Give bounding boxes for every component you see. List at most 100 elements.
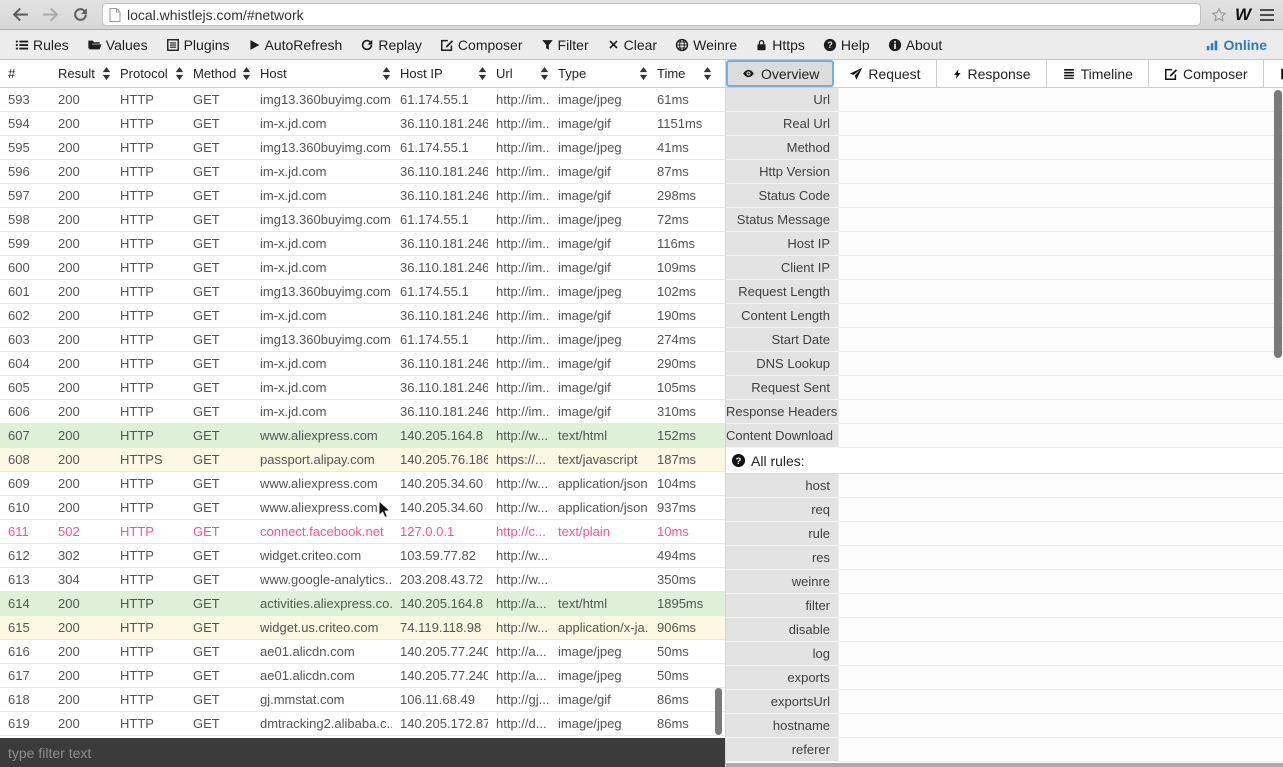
cell-url: http://a... — [496, 644, 547, 659]
info-circle-icon — [888, 38, 902, 52]
network-row-601[interactable]: 601 200 HTTP GET img13.360buyimg.com 61.174.5… — [0, 280, 725, 304]
cell-num: 610 — [8, 500, 30, 515]
toolbar-item-plugins[interactable]: Plugins — [157, 30, 239, 59]
cell-host_ip: 61.174.55.1 — [400, 332, 469, 347]
network-row-604[interactable]: 604 200 HTTP GET im-x.jd.com 36.110.181.246 ht… — [0, 352, 725, 376]
tab-request[interactable]: Request — [834, 60, 937, 87]
property-row-req: req — [726, 498, 1283, 522]
network-row-609[interactable]: 609 200 HTTP GET www.aliexpress.com 140.205.3… — [0, 472, 725, 496]
cell-type: image/jpeg — [558, 332, 622, 347]
network-row-608[interactable]: 608 200 HTTPS GET passport.alipay.com 140.205… — [0, 448, 725, 472]
cell-result: 200 — [58, 116, 80, 131]
network-row-602[interactable]: 602 200 HTTP GET im-x.jd.com 36.110.181.246 ht… — [0, 304, 725, 328]
cell-host: gj.mmstat.com — [260, 692, 345, 707]
toolbar-item-values[interactable]: Values — [78, 30, 157, 59]
tab-label: Overview — [761, 65, 820, 82]
back-icon[interactable] — [8, 3, 32, 27]
network-row-594[interactable]: 594 200 HTTP GET im-x.jd.com 36.110.181.246 ht… — [0, 112, 725, 136]
tab-response[interactable]: Response — [936, 60, 1047, 87]
cell-result: 302 — [58, 548, 80, 563]
network-row-610[interactable]: 610 200 HTTP GET www.aliexpress.com 140.205.3… — [0, 496, 725, 520]
network-row-611[interactable]: 611 502 HTTP GET connect.facebook.net 127.0.0… — [0, 520, 725, 544]
detail-scrollbar-thumb[interactable] — [1274, 90, 1282, 358]
cell-host: connect.facebook.net — [260, 524, 384, 539]
property-value — [839, 184, 1283, 208]
tab-log[interactable]: Log — [1263, 60, 1283, 87]
tab-overview[interactable]: Overview — [726, 60, 835, 87]
cell-type: image/gif — [558, 404, 611, 419]
cell-time: 298ms — [657, 188, 697, 203]
cell-num: 597 — [8, 188, 30, 203]
column-header-url[interactable]: Url — [488, 60, 550, 87]
toolbar-item-https[interactable]: Https — [746, 30, 814, 59]
network-row-613[interactable]: 613 304 HTTP GET www.google-analytics... 203.… — [0, 568, 725, 592]
whistle-extension-icon[interactable]: W — [1235, 6, 1251, 23]
network-row-600[interactable]: 600 200 HTTP GET im-x.jd.com 36.110.181.246 ht… — [0, 256, 725, 280]
cell-url: http://a... — [496, 596, 547, 611]
tab-composer[interactable]: Composer — [1148, 60, 1264, 87]
toolbar-item-weinre[interactable]: Weinre — [666, 30, 746, 59]
toolbar-item-about[interactable]: About — [879, 30, 952, 59]
network-row-598[interactable]: 598 200 HTTP GET img13.360buyimg.com 61.174.5… — [0, 208, 725, 232]
network-scrollbar-thumb[interactable] — [715, 688, 722, 735]
network-row-618[interactable]: 618 200 HTTP GET gj.mmstat.com 106.11.68.49 ht… — [0, 688, 725, 712]
menu-icon[interactable] — [1259, 8, 1275, 22]
toolbar-item-label: Plugins — [183, 36, 230, 53]
toolbar-item-clear[interactable]: Clear — [598, 30, 666, 59]
property-label: DNS Lookup — [726, 352, 839, 376]
network-row-607[interactable]: 607 200 HTTP GET www.aliexpress.com 140.205.1… — [0, 424, 725, 448]
property-row-real-url: Real Url — [726, 112, 1283, 136]
url-input[interactable] — [127, 6, 1194, 23]
toolbar-item-autorefresh[interactable]: AutoRefresh — [239, 30, 352, 59]
cell-result: 200 — [58, 500, 80, 515]
network-row-596[interactable]: 596 200 HTTP GET im-x.jd.com 36.110.181.246 ht… — [0, 160, 725, 184]
column-header-protocol[interactable]: Protocol — [112, 60, 185, 87]
property-label: log — [726, 642, 839, 666]
address-bar[interactable] — [102, 3, 1201, 26]
online-status[interactable]: Online — [1195, 37, 1277, 53]
network-row-606[interactable]: 606 200 HTTP GET im-x.jd.com 36.110.181.246 ht… — [0, 400, 725, 424]
column-header-hostip[interactable]: Host IP — [392, 60, 488, 87]
toolbar-item-label: Help — [840, 36, 870, 53]
network-row-617[interactable]: 617 200 HTTP GET ae01.alicdn.com 140.205.77.2… — [0, 664, 725, 688]
cell-type: image/jpeg — [558, 92, 622, 107]
network-row-595[interactable]: 595 200 HTTP GET img13.360buyimg.com 61.174.5… — [0, 136, 725, 160]
forward-icon[interactable] — [38, 3, 62, 27]
network-filter-input[interactable] — [0, 744, 725, 761]
column-header-result[interactable]: Result — [50, 60, 112, 87]
toolbar-item-replay[interactable]: Replay — [351, 30, 431, 59]
network-row-593[interactable]: 593 200 HTTP GET img13.360buyimg.com 61.174.5… — [0, 88, 725, 112]
network-row-612[interactable]: 612 302 HTTP GET widget.criteo.com 103.59.77.… — [0, 544, 725, 568]
network-row-605[interactable]: 605 200 HTTP GET im-x.jd.com 36.110.181.246 ht… — [0, 376, 725, 400]
cell-host: www.aliexpress.com — [260, 476, 378, 491]
property-row-status-message: Status Message — [726, 208, 1283, 232]
cell-url: http://a... — [496, 668, 547, 683]
cell-type: image/gif — [558, 188, 611, 203]
network-row-616[interactable]: 616 200 HTTP GET ae01.alicdn.com 140.205.77.2… — [0, 640, 725, 664]
refresh-icon[interactable] — [68, 3, 92, 27]
property-row-http-version: Http Version — [726, 160, 1283, 184]
property-label: filter — [726, 594, 839, 618]
cell-url: http://im.. — [496, 116, 550, 131]
property-value — [839, 352, 1283, 376]
column-header-type[interactable]: Type — [550, 60, 649, 87]
tab-timeline[interactable]: Timeline — [1046, 60, 1149, 87]
column-header-method[interactable]: Method — [185, 60, 252, 87]
network-row-599[interactable]: 599 200 HTTP GET im-x.jd.com 36.110.181.246 ht… — [0, 232, 725, 256]
column-header-time[interactable]: Time — [649, 60, 713, 87]
bookmark-star-icon[interactable] — [1211, 6, 1227, 23]
network-row-597[interactable]: 597 200 HTTP GET im-x.jd.com 36.110.181.246 ht… — [0, 184, 725, 208]
network-row-615[interactable]: 615 200 HTTP GET widget.us.criteo.com 74.119.… — [0, 616, 725, 640]
network-row-603[interactable]: 603 200 HTTP GET img13.360buyimg.com 61.174.5… — [0, 328, 725, 352]
toolbar-item-rules[interactable]: Rules — [6, 30, 78, 59]
network-row-619[interactable]: 619 200 HTTP GET dmtracking2.alibaba.c... 140… — [0, 712, 725, 736]
property-row-exportsurl: exportsUrl — [726, 690, 1283, 714]
toolbar-item-composer[interactable]: Composer — [431, 30, 532, 59]
column-header-host[interactable]: Host — [252, 60, 392, 87]
cell-num: 604 — [8, 356, 30, 371]
network-row-614[interactable]: 614 200 HTTP GET activities.aliexpress.co...… — [0, 592, 725, 616]
cell-url: http://w... — [496, 572, 549, 587]
toolbar-item-help[interactable]: ? Help — [814, 30, 879, 59]
cell-protocol: HTTP — [120, 476, 154, 491]
toolbar-item-filter[interactable]: Filter — [532, 30, 598, 59]
